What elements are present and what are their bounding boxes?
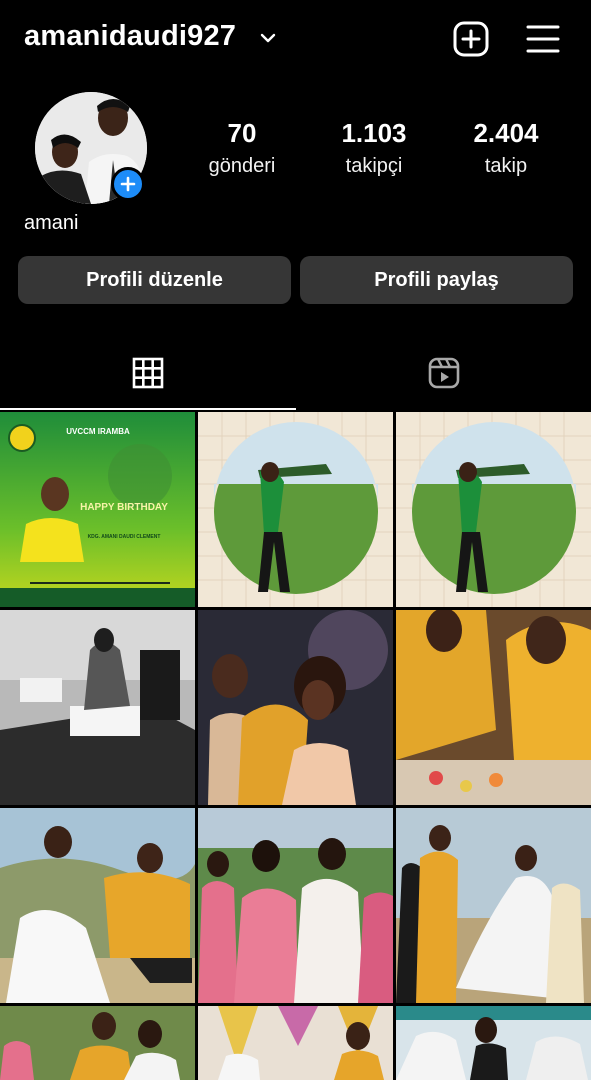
post-thumbnail[interactable] [396, 610, 591, 805]
post-thumbnail[interactable] [198, 610, 393, 805]
reels-icon [428, 357, 459, 389]
active-tab-indicator [0, 408, 296, 410]
add-story-button[interactable] [111, 167, 145, 201]
stat-posts-label: gönderi [208, 155, 276, 177]
post-thumbnail[interactable] [198, 412, 393, 607]
grid-icon [132, 357, 163, 389]
username[interactable]: amanidaudi927 [24, 20, 236, 53]
chevron-down-icon[interactable] [258, 28, 278, 48]
post-name-text: KDG. AMANI DAUDI CLEMENT [88, 534, 161, 540]
share-profile-button[interactable]: Profili paylaş [300, 256, 573, 304]
stat-following-value: 2.404 [473, 118, 539, 148]
post-thumbnail[interactable] [396, 412, 591, 607]
post-thumbnail[interactable] [198, 1006, 393, 1080]
stat-followers-value: 1.103 [341, 118, 407, 148]
stat-posts-value: 70 [227, 118, 257, 148]
post-thumbnail[interactable] [396, 808, 591, 1003]
post-thumbnail[interactable] [396, 1006, 591, 1080]
plus-square-icon[interactable] [452, 20, 490, 58]
post-thumbnail[interactable] [198, 808, 393, 1003]
post-thumbnail[interactable]: UVCCM IRAMBA HAPPY BIRTHDAY KDG. AMANI D… [0, 412, 195, 607]
post-headline-text: HAPPY BIRTHDAY [80, 502, 168, 513]
post-title-text: UVCCM IRAMBA [66, 427, 130, 436]
stat-following[interactable]: 2.404 takip [446, 118, 566, 180]
top-bar: amanidaudi927 [0, 0, 591, 80]
stat-followers[interactable]: 1.103 takipçi [314, 118, 434, 180]
stat-followers-label: takipçi [345, 155, 403, 177]
post-thumbnail[interactable] [0, 1006, 195, 1080]
post-thumbnail[interactable] [0, 610, 195, 805]
stat-posts[interactable]: 70 gönderi [182, 118, 302, 180]
plus-icon [120, 176, 136, 192]
tab-posts-grid[interactable] [0, 340, 295, 410]
post-thumbnail[interactable] [0, 808, 195, 1003]
tab-reels[interactable] [296, 340, 591, 410]
stat-following-label: takip [484, 155, 528, 177]
edit-profile-button[interactable]: Profili düzenle [18, 256, 291, 304]
hamburger-menu-icon[interactable] [525, 22, 561, 56]
display-name: amani [24, 212, 79, 234]
